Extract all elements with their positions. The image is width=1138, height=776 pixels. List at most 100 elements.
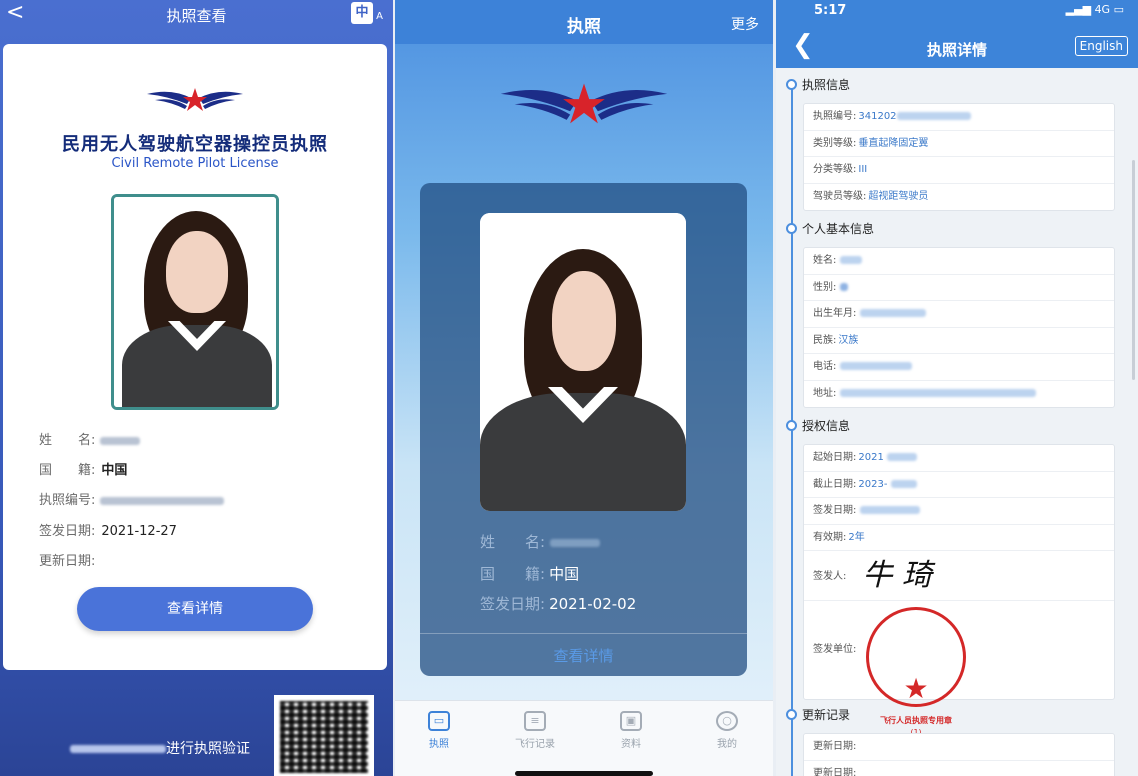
- redacted: [839, 388, 1036, 397]
- section-title: 授权信息: [802, 419, 851, 433]
- row-label: 驾驶员等级:: [813, 190, 867, 202]
- tab-documents[interactable]: ▣ 资料: [601, 711, 661, 750]
- issue-date-field: 签发日期: 2021-12-27: [39, 520, 177, 539]
- row-label: 签发人:: [813, 571, 847, 582]
- row-label: 有效期:: [813, 531, 847, 543]
- license-number-label: 执照编号:: [39, 493, 96, 508]
- translate-icon-main: 中: [355, 5, 369, 20]
- auth-info-box: 起始日期: 2021 截止日期: 2023- 签发日期: 有效期: 2年 签发人: 牛 …: [803, 444, 1115, 737]
- redacted: [839, 256, 862, 264]
- section-auth-info: 授权信息: [786, 417, 850, 434]
- row-value: III: [858, 164, 868, 175]
- id-card-icon: ▭: [428, 711, 450, 731]
- redacted: [890, 479, 917, 488]
- verify-prefix-redacted: [70, 745, 166, 753]
- signature: 牛 琦: [862, 558, 932, 593]
- verify-label: 进行执照验证: [166, 741, 250, 757]
- renew-date-field: 更新日期:: [39, 550, 95, 569]
- official-stamp: ★ 飞行人员执照专用章 (1): [866, 607, 966, 737]
- more-button[interactable]: 更多: [731, 14, 759, 34]
- issue-date-label: 签发日期:: [39, 524, 96, 539]
- license-info-box: 执照编号: 341202 类别等级: 垂直起降固定翼 分类等级: III 驾驶员等级:…: [803, 103, 1115, 211]
- update-date-row: 更新日期:: [804, 734, 1114, 761]
- row-label: 更新日期:: [813, 741, 857, 752]
- top-bar: 5:17 ▂▄▆ 4G ▭ ❮ 执照详情 English: [776, 0, 1138, 68]
- id-photo: [480, 213, 686, 511]
- row-label: 出生年月:: [813, 308, 857, 319]
- view-details-button[interactable]: 查看详情: [77, 587, 313, 631]
- license-screen: 执照 更多 姓 名: 国 籍: 中国 签发日期: 2021-02-02 查看详情…: [395, 0, 773, 776]
- row-label: 电话:: [813, 361, 837, 372]
- redacted: [839, 282, 848, 291]
- update-record-box: 更新日期: 更新日期:: [803, 733, 1115, 776]
- renew-date-label: 更新日期:: [39, 554, 96, 569]
- page-title: 执照: [567, 17, 601, 37]
- name-label: 姓 名:: [480, 533, 546, 551]
- row-label: 地址:: [813, 387, 837, 399]
- row-label: 签发单位:: [813, 644, 857, 655]
- redacted: [859, 506, 920, 514]
- row-label: 截止日期:: [813, 478, 857, 490]
- bottom-tab-bar: ▭ 执照 ≡ 飞行记录 ▣ 资料 ○ 我的: [395, 700, 773, 776]
- timeline-dot-icon: [786, 420, 797, 431]
- row-label: 姓名:: [813, 255, 837, 266]
- issue-date-value: 2021-02-02: [549, 595, 637, 613]
- redacted: [896, 112, 971, 120]
- tab-profile[interactable]: ○ 我的: [697, 711, 757, 750]
- english-button[interactable]: English: [1074, 36, 1128, 56]
- redacted: [887, 453, 918, 461]
- personal-info-box: 姓名: 性别: 出生年月: 民族: 汉族 电话: 地址:: [803, 247, 1115, 408]
- row-label: 执照编号:: [813, 111, 857, 122]
- id-photo: [111, 194, 279, 410]
- row-label: 性别:: [813, 281, 837, 293]
- category-row: 类别等级: 垂直起降固定翼: [804, 131, 1114, 157]
- tab-flight-log[interactable]: ≡ 飞行记录: [505, 711, 565, 750]
- row-label: 更新日期:: [813, 767, 857, 776]
- name-field: 姓 名:: [480, 531, 600, 552]
- section-title: 更新记录: [802, 708, 851, 722]
- row-label: 分类等级:: [813, 164, 857, 175]
- translate-icon[interactable]: 中 A: [351, 2, 383, 24]
- nationality-value: 中国: [101, 463, 128, 478]
- clipboard-icon: ≡: [524, 711, 546, 731]
- top-bar: 执照 更多: [395, 0, 773, 44]
- tab-label: 我的: [717, 739, 737, 750]
- nationality-label: 国 籍:: [480, 565, 546, 583]
- validity-row: 有效期: 2年: [804, 525, 1114, 551]
- row-label: 起始日期:: [813, 452, 857, 463]
- section-title: 执照信息: [802, 78, 851, 92]
- signal-icon: ▂▄▆: [1065, 3, 1092, 16]
- status-time: 5:17: [814, 3, 847, 18]
- row-value: 汉族: [838, 334, 859, 346]
- license-details-screen: 5:17 ▂▄▆ 4G ▭ ❮ 执照详情 English 执照信息 执照编号: 3…: [776, 0, 1138, 776]
- row-value: 2023-: [858, 478, 888, 490]
- row-value: 超视距驾驶员: [868, 190, 929, 202]
- scrollbar[interactable]: [1132, 160, 1135, 380]
- license-title-cn: 民用无人驾驶航空器操控员执照: [62, 134, 328, 155]
- license-view-screen: < 执照查看 中 A 民用无人驾驶航空器操控员执照 Civil Remote P…: [0, 0, 393, 776]
- license-card: 民用无人驾驶航空器操控员执照 Civil Remote Pilot Licens…: [3, 44, 387, 670]
- section-update-record: 更新记录: [786, 706, 850, 723]
- issue-date-row: 签发日期:: [804, 498, 1114, 525]
- section-license-info: 执照信息: [786, 76, 850, 93]
- row-label: 民族:: [813, 334, 837, 346]
- tab-license[interactable]: ▭ 执照: [409, 711, 469, 750]
- timeline-dot-icon: [786, 79, 797, 90]
- caac-wings-logo: [147, 88, 243, 111]
- nationality-field: 国 籍: 中国: [39, 459, 127, 478]
- pilot-level-row: 驾驶员等级: 超视距驾驶员: [804, 184, 1114, 211]
- license-number-field: 执照编号:: [39, 489, 224, 508]
- name-label: 姓 名:: [39, 433, 96, 448]
- page-title: 执照查看: [166, 7, 227, 25]
- row-value: 2年: [848, 531, 865, 543]
- redacted: [839, 362, 912, 370]
- row-value: 2021: [858, 452, 884, 463]
- birth-row: 出生年月:: [804, 301, 1114, 328]
- qr-code[interactable]: [274, 695, 374, 776]
- nationality-label: 国 籍:: [39, 463, 96, 478]
- issuing-unit-row: 签发单位: ★ 飞行人员执照专用章 (1): [804, 601, 1114, 737]
- nationality-value: 中国: [549, 565, 580, 583]
- view-details-button[interactable]: 查看详情: [420, 633, 747, 676]
- timeline-dot-icon: [786, 223, 797, 234]
- start-date-row: 起始日期: 2021: [804, 445, 1114, 472]
